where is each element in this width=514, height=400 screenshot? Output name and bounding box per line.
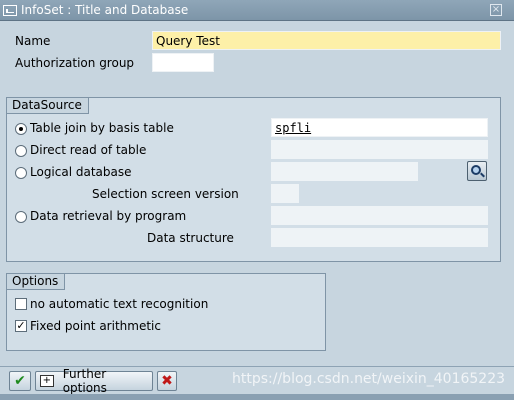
direct-read-table-field[interactable]	[271, 140, 488, 159]
options-group: Options no automatic text recognition ✓ …	[6, 273, 326, 351]
cancel-x-icon: ✖	[161, 373, 173, 389]
fixed-point-arithmetic-checkbox[interactable]: ✓	[15, 320, 27, 332]
data-structure-field[interactable]	[271, 228, 488, 247]
table-join-label: Table join by basis table	[30, 121, 174, 135]
no-auto-text-recognition-label: no automatic text recognition	[30, 297, 209, 311]
bottom-strip	[0, 394, 514, 400]
logical-database-field[interactable]	[271, 162, 418, 181]
fixed-point-arithmetic-label: Fixed point arithmetic	[30, 319, 161, 333]
name-field[interactable]: Query Test	[152, 31, 501, 50]
direct-read-label: Direct read of table	[30, 143, 147, 157]
further-options-icon: +	[40, 375, 54, 387]
data-structure-label: Data structure	[147, 231, 234, 245]
dialog-body: Name Query Test Authorization group Data…	[0, 21, 514, 366]
selection-screen-version-field[interactable]	[271, 184, 299, 203]
direct-read-radio[interactable]	[15, 145, 27, 157]
table-join-radio[interactable]	[15, 123, 27, 135]
logical-database-radio[interactable]	[15, 167, 27, 179]
search-help-button[interactable]	[467, 161, 487, 181]
logical-database-label: Logical database	[30, 165, 132, 179]
window-menu-icon[interactable]	[3, 4, 17, 16]
selection-screen-version-label: Selection screen version	[92, 187, 239, 201]
checkmark-icon: ✔	[14, 373, 26, 389]
confirm-button[interactable]: ✔	[9, 371, 31, 391]
window-titlebar: InfoSet : Title and Database ×	[0, 0, 514, 21]
close-icon[interactable]: ×	[490, 4, 502, 16]
basis-table-field[interactable]: spfli	[271, 118, 488, 137]
authorization-group-field[interactable]	[152, 53, 214, 72]
data-retrieval-program-label: Data retrieval by program	[30, 209, 187, 223]
data-retrieval-program-radio[interactable]	[15, 211, 27, 223]
name-label: Name	[15, 34, 51, 48]
authorization-group-label: Authorization group	[15, 56, 135, 70]
datasource-group: DataSource Table join by basis table spf…	[6, 97, 501, 262]
options-group-title: Options	[7, 274, 66, 290]
datasource-group-title: DataSource	[7, 98, 89, 114]
further-options-button[interactable]: + Further options	[35, 367, 153, 395]
cancel-button[interactable]: ✖	[157, 371, 177, 391]
watermark-text: https://blog.csdn.net/weixin_40165223	[232, 371, 506, 387]
data-retrieval-program-field[interactable]	[271, 206, 488, 225]
window-title: InfoSet : Title and Database	[21, 3, 189, 17]
no-auto-text-recognition-checkbox[interactable]	[15, 298, 27, 310]
further-options-label: Further options	[62, 367, 107, 395]
